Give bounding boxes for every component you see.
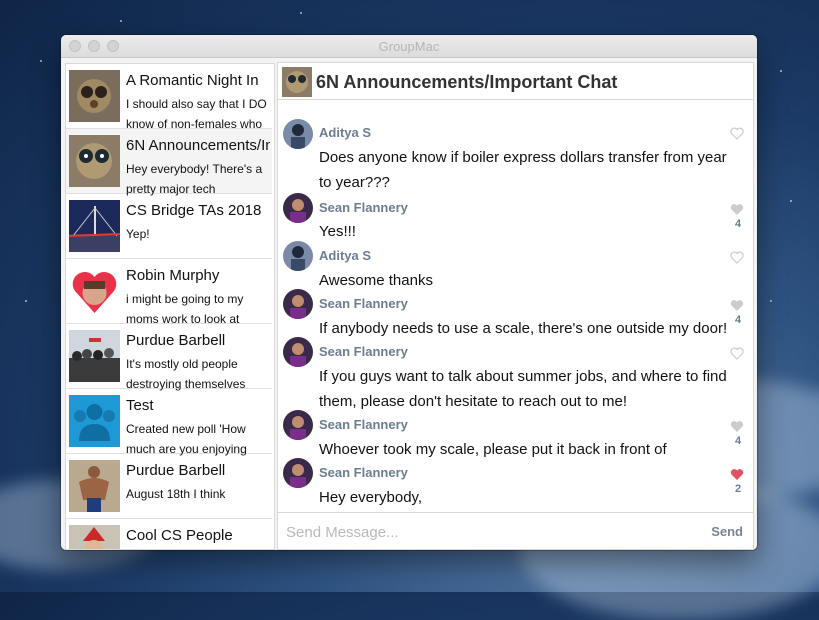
conversation-preview: Yep! [126,227,150,241]
conversation-name: A Romantic Night In [126,72,259,89]
like-heart-icon[interactable] [730,347,746,360]
conversation-item[interactable]: CS Bridge TAs 2018 Yep! [66,194,272,259]
conversation-item[interactable]: Robin Murphy i might be going to my moms… [66,259,272,326]
message-text: Awesome thanks [319,272,433,289]
conversation-item-selected[interactable]: 6N Announcements/Important Chat Hey ever… [66,129,272,196]
conversation-name: Test [126,397,154,414]
conversation-name: Cool CS People [126,527,233,544]
group-photo [69,70,120,122]
group-photo [282,67,312,97]
avatar[interactable] [283,289,313,319]
conversation-list[interactable]: A Romantic Night In I should also say th… [65,63,275,550]
group-default-icon [69,395,120,447]
message-author[interactable]: Sean Flannery [319,296,408,311]
conversation-name: Robin Murphy [126,267,220,284]
conversation-name: Purdue Barbell [126,332,226,349]
bridge-photo [69,200,120,252]
message-author[interactable]: Sean Flannery [319,465,408,480]
chat-header: 6N Announcements/Important Chat [278,63,753,100]
avatar[interactable] [283,193,313,223]
group-photo [69,330,120,382]
conversation-preview: Hey everybody! There's a pretty major te… [126,162,263,196]
message-input[interactable] [284,521,688,543]
like-heart-icon[interactable] [730,299,746,312]
avatar[interactable] [283,337,313,367]
message-text: If anybody needs to use a scale, there's… [319,320,728,337]
send-button[interactable]: Send [711,524,743,539]
conversation-name: 6N Announcements/Important Chat [126,137,270,154]
window-title: GroupMac [378,39,440,54]
message-text: Does anyone know if boiler express dolla… [319,149,727,191]
avatar[interactable] [283,241,313,271]
conversation-item[interactable]: Cool CS People [66,519,272,549]
liked-heart-icon[interactable] [730,468,746,481]
like-heart-icon[interactable] [730,251,746,264]
group-photo [69,135,120,187]
message-author[interactable]: Aditya S [319,125,371,140]
message-text: Hey everybody, [319,489,423,506]
like-count: 4 [734,435,742,447]
titlebar: GroupMac [61,35,757,58]
conversation-item[interactable]: A Romantic Night In I should also say th… [66,64,272,131]
user-photo [69,265,120,317]
like-count: 2 [734,483,742,495]
group-photo [69,460,120,512]
message-text: If you guys want to talk about summer jo… [319,368,727,410]
groupmac-window: GroupMac A Romantic Night In I should al… [61,35,757,550]
conversation-name: CS Bridge TAs 2018 [126,202,262,219]
message-text: Yes!!! [319,223,356,240]
avatar[interactable] [283,119,313,149]
conversation-preview: August 18th I think [126,487,226,501]
conversation-item[interactable]: Test Created new poll 'How much are you … [66,389,272,456]
like-count: 4 [734,218,742,230]
conversation-preview: Created new poll 'How much are you enjoy… [126,422,247,456]
conversation-item[interactable]: Purdue Barbell It's mostly old people de… [66,324,272,391]
avatar[interactable] [283,410,313,440]
chat-panel: 6N Announcements/Important Chat Aditya S… [277,62,754,550]
message-author[interactable]: Sean Flannery [319,200,408,215]
like-heart-icon[interactable] [730,420,746,433]
conversation-preview: It's mostly old people destroying themse… [126,357,246,391]
like-heart-icon[interactable] [730,203,746,216]
group-photo [69,525,120,549]
chat-title: 6N Announcements/Important Chat [316,72,618,92]
avatar[interactable] [283,458,313,488]
message-author[interactable]: Aditya S [319,248,371,263]
message-composer: Send [278,512,753,549]
message-text: Whoever took my scale, please put it bac… [319,441,667,458]
message-author[interactable]: Sean Flannery [319,344,408,359]
like-count: 4 [734,314,742,326]
conversation-name: Purdue Barbell [126,462,226,479]
conversation-preview: I should also say that I DO know of non-… [126,97,267,131]
like-heart-icon[interactable] [730,127,746,140]
conversation-preview: i might be going to my moms work to look… [126,292,244,326]
conversation-item[interactable]: Purdue Barbell August 18th I think [66,454,272,519]
message-author[interactable]: Sean Flannery [319,417,408,432]
